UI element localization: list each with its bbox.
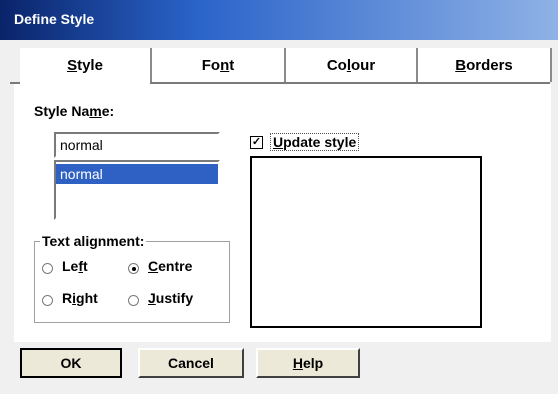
tab-colour[interactable]: Colour — [286, 48, 416, 83]
tab-font[interactable]: Font — [152, 48, 284, 83]
style-name-label: Style Name: — [34, 103, 115, 119]
style-name-input[interactable]: normal — [54, 132, 220, 158]
radio-right-label: Right — [62, 290, 98, 306]
tab-style-label-rest: tyle — [77, 57, 103, 74]
tab-colour-label: Colour — [326, 57, 376, 74]
title-bar: Define Style — [0, 0, 558, 40]
ok-button[interactable]: OK — [20, 348, 122, 378]
tab-style[interactable]: Style — [20, 48, 150, 83]
window-title: Define Style — [14, 11, 95, 27]
text-alignment-title: Text alignment: — [40, 233, 147, 249]
help-button[interactable]: Help — [256, 348, 360, 378]
tab-borders[interactable]: Borders — [418, 48, 550, 83]
update-style-checkbox[interactable]: ✓ — [250, 136, 263, 149]
cancel-button[interactable]: Cancel — [138, 348, 244, 378]
radio-left-label: Left — [62, 258, 88, 274]
radio-right[interactable] — [42, 295, 53, 306]
tab-borders-label: Borders — [455, 57, 513, 74]
update-style-label: Update style — [270, 133, 360, 151]
radio-centre[interactable] — [128, 263, 139, 274]
tab-style-mnemonic: S — [67, 57, 78, 74]
style-preview — [250, 156, 482, 328]
radio-left[interactable] — [42, 263, 53, 274]
tab-separator — [550, 48, 552, 82]
radio-justify-label: Justify — [148, 290, 194, 306]
radio-justify[interactable] — [128, 295, 139, 306]
tab-font-label: Font — [201, 57, 235, 74]
radio-centre-label: Centre — [148, 258, 193, 274]
list-item[interactable]: normal — [56, 164, 218, 184]
text-alignment-group — [34, 241, 230, 323]
style-list[interactable]: normal — [54, 160, 220, 220]
